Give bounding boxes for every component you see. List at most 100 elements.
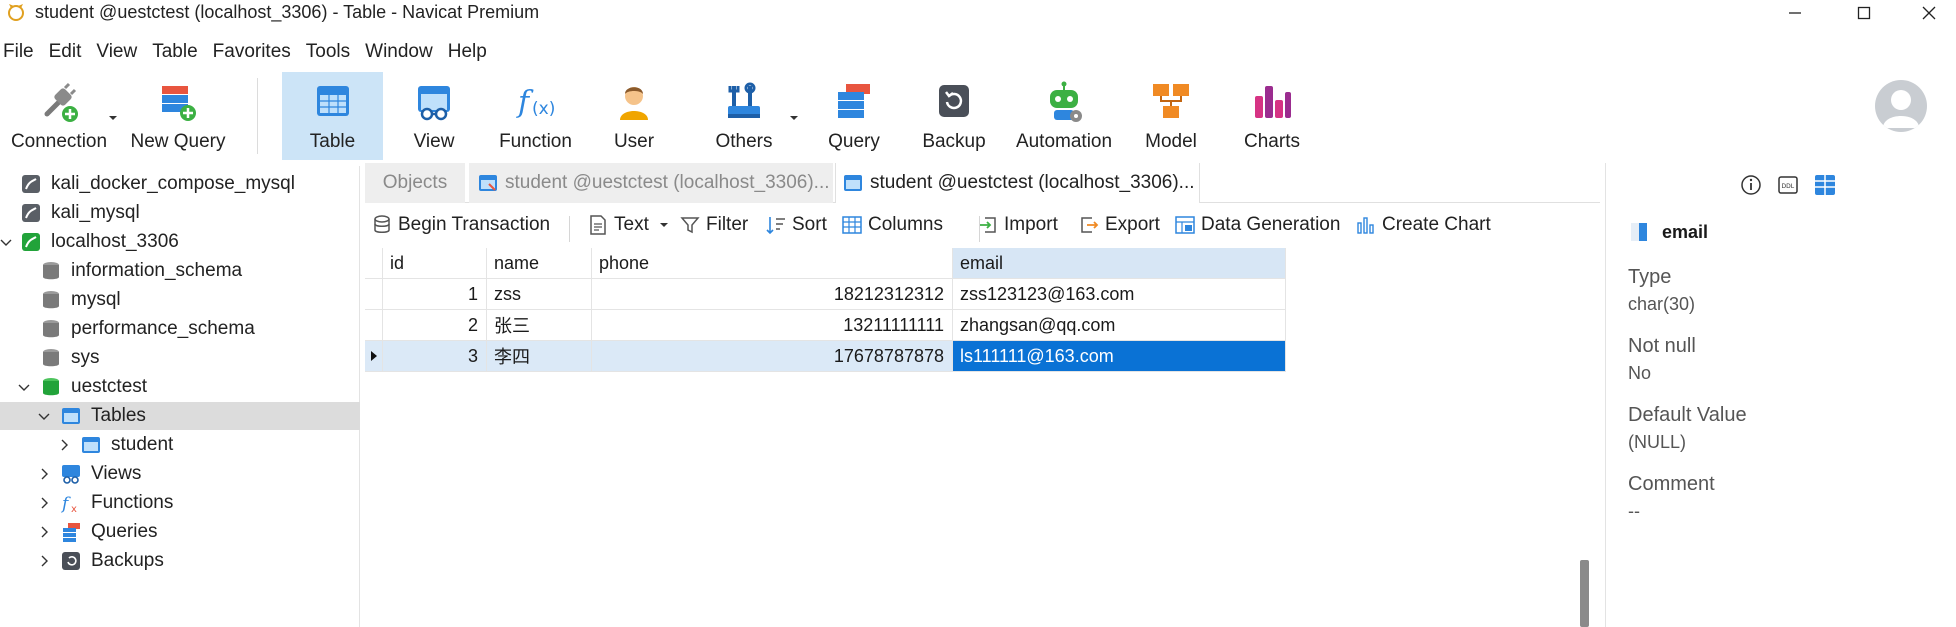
chevron-right-icon[interactable]	[38, 468, 50, 480]
tree-item-mysql[interactable]: mysql	[0, 286, 360, 314]
cell-email[interactable]: zss123123@163.com	[953, 279, 1286, 310]
menu-file[interactable]: File	[3, 39, 34, 67]
query-button[interactable]: Query	[818, 72, 890, 160]
cell-phone[interactable]: 18212312312	[592, 279, 953, 310]
automation-button[interactable]: Automation	[1010, 72, 1118, 160]
tab-student-1[interactable]: student @uestctest (localhost_3306)...	[469, 163, 833, 203]
others-button[interactable]: Others	[700, 72, 788, 160]
database-active-icon	[43, 378, 59, 396]
account-avatar[interactable]	[1875, 80, 1927, 132]
tree-item-uestctest[interactable]: uestctest	[0, 373, 360, 401]
chevron-right-icon[interactable]	[38, 526, 50, 538]
menu-view[interactable]: View	[96, 39, 137, 67]
menu-edit[interactable]: Edit	[49, 39, 82, 67]
row-header-corner	[365, 248, 383, 279]
text-button[interactable]: Text	[587, 214, 669, 236]
tree-item-localhost-3306[interactable]: localhost_3306	[0, 228, 360, 256]
chevron-right-icon[interactable]	[38, 555, 50, 567]
sort-button[interactable]: Sort	[765, 214, 827, 236]
view-button[interactable]: View	[395, 72, 473, 160]
create-chart-button[interactable]: Create Chart	[1355, 214, 1491, 236]
cell-id[interactable]: 3	[383, 341, 487, 372]
chevron-down-icon[interactable]	[108, 114, 118, 122]
tree-item-student[interactable]: student	[0, 431, 360, 459]
database-icon	[43, 291, 59, 309]
menu-help[interactable]: Help	[448, 39, 487, 67]
data-generation-button[interactable]: Data Generation	[1174, 214, 1340, 236]
menu-table[interactable]: Table	[152, 39, 197, 67]
tree-item-performance-schema[interactable]: performance_schema	[0, 315, 360, 343]
row-indicator[interactable]	[365, 310, 383, 341]
bar-chart-icon	[1357, 217, 1374, 234]
chevron-right-icon[interactable]	[38, 497, 50, 509]
tree-item-queries[interactable]: Queries	[0, 518, 360, 546]
table-button[interactable]: Table	[282, 72, 383, 160]
tab-student-2[interactable]: student @uestctest (localhost_3306)...	[835, 163, 1200, 203]
cell-name[interactable]: 李四	[487, 341, 592, 372]
tree-item-functions[interactable]: fx Functions	[0, 489, 360, 517]
tree-item-tables[interactable]: Tables	[0, 402, 360, 430]
function-button[interactable]: f (x) Function	[488, 72, 583, 160]
chevron-down-icon[interactable]	[38, 410, 50, 422]
column-header-id[interactable]: id	[383, 248, 487, 279]
new-query-button[interactable]: New Query	[126, 72, 230, 160]
model-button[interactable]: Model	[1135, 72, 1207, 160]
svg-text:DDL: DDL	[1782, 183, 1795, 190]
filter-button[interactable]: Filter	[679, 214, 748, 236]
cell-email-selected[interactable]: ls111111@163.com	[953, 341, 1286, 372]
text-label: Text	[614, 214, 649, 235]
chevron-down-icon[interactable]	[789, 114, 799, 122]
row-indicator[interactable]	[365, 279, 383, 310]
tree-item-sys[interactable]: sys	[0, 344, 360, 372]
window-title: student @uestctest (localhost_3306) - Ta…	[35, 2, 540, 22]
connection-button[interactable]: Connection	[8, 72, 110, 160]
function-icon: f (x)	[516, 85, 555, 120]
column-header-phone[interactable]: phone	[592, 248, 953, 279]
user-button[interactable]: User	[598, 72, 670, 160]
column-header-name[interactable]: name	[487, 248, 592, 279]
cell-email[interactable]: zhangsan@qq.com	[953, 310, 1286, 341]
cell-name[interactable]: 张三	[487, 310, 592, 341]
chevron-down-icon[interactable]	[0, 236, 12, 248]
type-label: Type	[1628, 266, 1672, 288]
columns-button[interactable]: Columns	[841, 214, 943, 236]
chevron-right-icon[interactable]	[58, 439, 70, 451]
chevron-down-icon	[659, 223, 668, 227]
tree-item-backups[interactable]: Backups	[0, 547, 360, 575]
tree-item-views[interactable]: Views	[0, 460, 360, 488]
cell-id[interactable]: 2	[383, 310, 487, 341]
ddl-icon[interactable]: DDL	[1776, 173, 1800, 197]
tree-item-information-schema[interactable]: information_schema	[0, 257, 360, 285]
import-button[interactable]: Import	[977, 214, 1058, 236]
backup-button[interactable]: Backup	[915, 72, 993, 160]
field-list-icon[interactable]	[1813, 173, 1837, 197]
minimize-button[interactable]	[1772, 0, 1818, 26]
export-button[interactable]: Export	[1078, 214, 1160, 236]
close-button[interactable]	[1906, 0, 1952, 26]
cell-phone[interactable]: 13211111111	[592, 310, 953, 341]
cell-phone[interactable]: 17678787878	[592, 341, 953, 372]
tree-item-kali-docker-compose-mysql[interactable]: kali_docker_compose_mysql	[0, 170, 360, 198]
tree-item-kali-mysql[interactable]: kali_mysql	[0, 199, 360, 227]
tab-objects[interactable]: Objects	[365, 163, 465, 203]
charts-button[interactable]: Charts	[1232, 72, 1312, 160]
maximize-button[interactable]	[1841, 0, 1887, 26]
info-icon[interactable]	[1739, 173, 1763, 197]
vertical-scrollbar[interactable]	[1580, 560, 1589, 627]
default-value: (NULL)	[1628, 432, 1687, 452]
menu-window[interactable]: Window	[365, 39, 433, 67]
user-avatar-icon	[1883, 90, 1919, 128]
chevron-down-icon[interactable]	[18, 381, 30, 393]
cell-name[interactable]: zss	[487, 279, 592, 310]
not-null-value: No	[1628, 363, 1652, 383]
begin-transaction-button[interactable]: Begin Transaction	[371, 214, 550, 236]
mysql-connection-icon	[22, 204, 40, 222]
cell-id[interactable]: 1	[383, 279, 487, 310]
row-indicator[interactable]	[365, 341, 383, 372]
column-header-email[interactable]: email	[953, 248, 1286, 279]
connection-label: Connection	[10, 131, 108, 152]
not-null-label: Not null	[1628, 335, 1696, 357]
menu-tools[interactable]: Tools	[306, 39, 350, 67]
table-icon	[316, 86, 349, 116]
menu-favorites[interactable]: Favorites	[213, 39, 291, 67]
